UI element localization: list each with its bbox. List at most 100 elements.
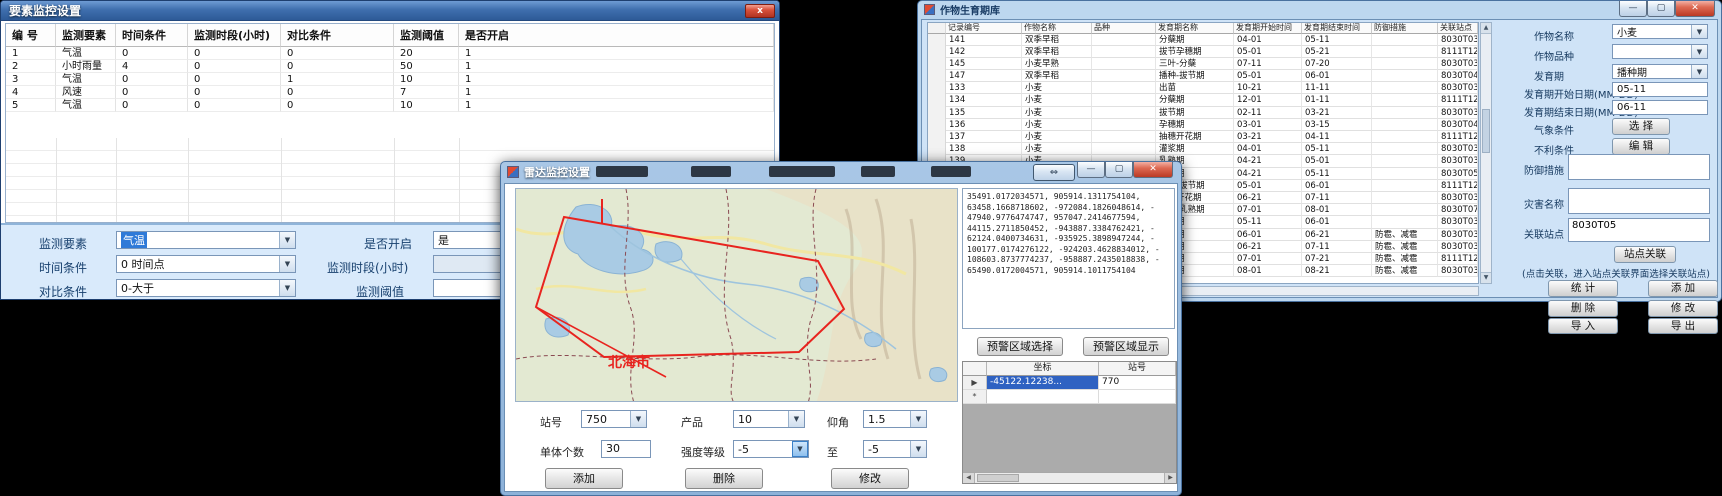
period-dropdown[interactable]: 播种期▼ <box>1612 64 1708 79</box>
scroll-up-icon[interactable]: ▲ <box>1481 23 1491 34</box>
weather-select-button[interactable]: 选 择 <box>1612 118 1670 135</box>
chevron-down-icon[interactable]: ▼ <box>788 411 804 427</box>
table-cell: 06-01 <box>1302 216 1372 228</box>
station-no-label: 站号 <box>540 414 562 430</box>
right-titlebar[interactable]: 作物生育期库 — ▢ ✕ <box>918 1 1721 18</box>
scroll-down-icon[interactable]: ▼ <box>1481 272 1491 283</box>
export-button[interactable]: 导 出 <box>1648 318 1718 334</box>
to-value: -5 <box>868 443 879 456</box>
import-button[interactable]: 导 入 <box>1548 318 1618 334</box>
chevron-down-icon[interactable]: ▼ <box>279 280 295 296</box>
swap-icon[interactable]: ⇔ <box>1033 164 1075 181</box>
middle-titlebar[interactable]: 雷达监控设置 ⇔ — ▢ ✕ <box>501 162 1181 181</box>
scroll-right-icon[interactable]: ▶ <box>1164 473 1176 483</box>
table-row[interactable]: 137小麦抽穗开花期03-2104-118111T12 <box>928 131 1478 143</box>
coord-cell[interactable] <box>987 390 1099 404</box>
table-row[interactable]: 5气温000101 <box>6 99 774 112</box>
add-button[interactable]: 添 加 <box>1648 280 1718 297</box>
chevron-down-icon[interactable]: ▼ <box>910 441 926 457</box>
chevron-down-icon[interactable]: ▼ <box>1691 25 1707 38</box>
close-icon[interactable]: ✕ <box>1133 162 1173 178</box>
region-show-button[interactable]: 预警区域显示 <box>1083 337 1169 356</box>
region-select-button[interactable]: 预警区域选择 <box>977 337 1063 356</box>
station-no-dropdown[interactable]: 750▼ <box>581 410 647 428</box>
start-date-input[interactable]: 05-11 <box>1612 82 1708 97</box>
product-dropdown[interactable]: 10▼ <box>733 410 805 428</box>
station-cell[interactable]: 770 <box>1099 376 1176 390</box>
chevron-down-icon[interactable]: ▼ <box>279 232 295 248</box>
table-cell: 1 <box>459 73 774 86</box>
table-row[interactable]: 135小麦拔节期02-1103-218030T03 <box>928 107 1478 119</box>
variety-dropdown[interactable]: ▼ <box>1612 44 1708 59</box>
coord-cell[interactable]: -45122.12238... <box>987 376 1099 390</box>
table-row[interactable]: 138小麦灌浆期04-0105-118030T03 <box>928 143 1478 155</box>
table-cell: 分蘖期 <box>1156 94 1234 106</box>
adverse-edit-button[interactable]: 编 辑 <box>1612 138 1670 155</box>
grid-horizontal-scrollbar[interactable]: ◀ ▶ <box>963 472 1176 483</box>
table-cell: 07-01 <box>1234 253 1302 265</box>
element-dropdown[interactable]: 气温▼ <box>116 231 296 249</box>
delete-button[interactable]: 删除 <box>685 468 763 489</box>
table-row[interactable]: 133小麦出苗10-2111-118030T03 <box>928 82 1478 94</box>
crop-dropdown[interactable]: 小麦▼ <box>1612 24 1708 39</box>
scroll-thumb[interactable] <box>977 474 1019 482</box>
chevron-down-icon[interactable]: ▼ <box>279 256 295 272</box>
table-row[interactable]: 142双季早稻拔节孕穗期05-0105-218111T12 <box>928 46 1478 58</box>
to-dropdown[interactable]: -5 ▼ <box>863 440 927 458</box>
table-row[interactable]: 136小麦孕穗期03-0103-158030T04 <box>928 119 1478 131</box>
table-row[interactable]: 134小麦分蘖期12-0101-118111T12 <box>928 94 1478 106</box>
vertical-scrollbar[interactable]: ▲ ▼ <box>1480 22 1492 284</box>
chevron-down-icon[interactable]: ▼ <box>1691 65 1707 78</box>
grid-col-coord[interactable]: 坐标 <box>987 362 1099 376</box>
grid-col-station[interactable]: 站号 <box>1099 362 1176 376</box>
left-titlebar[interactable]: 要素监控设置 x <box>1 1 779 21</box>
table-row[interactable]: 4风速00071 <box>6 86 774 99</box>
chevron-down-icon[interactable]: ▼ <box>910 411 926 427</box>
station-cell[interactable] <box>1099 390 1176 404</box>
table-row[interactable]: ▶ -45122.12238... 770 <box>963 376 1176 390</box>
compare-dropdown[interactable]: 0-大于▼ <box>116 279 296 297</box>
table-cell: 01-11 <box>1302 94 1372 106</box>
table-row[interactable]: 3气温001101 <box>6 73 774 86</box>
new-row-icon[interactable]: * <box>963 390 987 404</box>
chevron-down-icon[interactable]: ▼ <box>792 441 808 457</box>
warning-region-map[interactable]: 北海市 <box>515 188 958 402</box>
time-dropdown[interactable]: 0 时间点▼ <box>116 255 296 273</box>
chevron-down-icon[interactable]: ▼ <box>630 411 646 427</box>
table-cell: 防雹、减雹 <box>1372 253 1438 265</box>
end-date-input[interactable]: 06-11 <box>1612 100 1708 115</box>
close-icon[interactable]: x <box>745 4 775 18</box>
gridline <box>394 138 395 222</box>
minimize-icon[interactable]: — <box>1077 162 1105 178</box>
elevation-dropdown[interactable]: 1.5▼ <box>863 410 927 428</box>
maximize-icon[interactable]: ▢ <box>1647 1 1675 17</box>
add-button[interactable]: 添加 <box>545 468 623 489</box>
defense-textarea[interactable] <box>1568 154 1710 180</box>
scroll-thumb[interactable] <box>1482 109 1490 153</box>
table-row[interactable]: 141双季早稻分蘖期04-0105-118030T03 <box>928 34 1478 46</box>
period-label: 监测时段(小时) <box>327 259 408 276</box>
table-row[interactable]: 145小麦早熟三叶-分蘖07-1107-208030T03 <box>928 58 1478 70</box>
region-coordinates-textarea[interactable]: 35491.0172034571, 905914.1311754104, 634… <box>962 188 1175 329</box>
modify-button[interactable]: 修 改 <box>1648 300 1718 317</box>
row-selector-icon[interactable]: ▶ <box>963 376 987 390</box>
minimize-icon[interactable]: — <box>1619 1 1647 17</box>
delete-button[interactable]: 删 除 <box>1548 300 1618 317</box>
disaster-textarea[interactable] <box>1568 188 1710 214</box>
table-row[interactable]: 1气温000201 <box>6 47 774 60</box>
chevron-down-icon[interactable]: ▼ <box>1691 45 1707 58</box>
modify-button[interactable]: 修改 <box>831 468 909 489</box>
cell-count-input[interactable]: 30 <box>601 440 651 458</box>
station-hint: (点击关联，进入站点关联界面选择关联站点) <box>1522 266 1710 280</box>
table-row-new[interactable]: * <box>963 390 1176 404</box>
station-link-button[interactable]: 站点关联 <box>1614 246 1676 263</box>
maximize-icon[interactable]: ▢ <box>1105 162 1133 178</box>
close-icon[interactable]: ✕ <box>1675 1 1715 17</box>
table-cell: 8030T03 <box>1438 82 1478 94</box>
stat-button[interactable]: 统 计 <box>1548 280 1618 297</box>
table-row[interactable]: 2小时雨量400501 <box>6 60 774 73</box>
station-input[interactable]: 8030T05 <box>1568 218 1710 242</box>
table-row[interactable]: 147双季早稻播种-拔节期05-0106-018030T04 <box>928 70 1478 82</box>
scroll-left-icon[interactable]: ◀ <box>963 473 975 483</box>
intensity-dropdown[interactable]: -5▼ <box>733 440 809 458</box>
